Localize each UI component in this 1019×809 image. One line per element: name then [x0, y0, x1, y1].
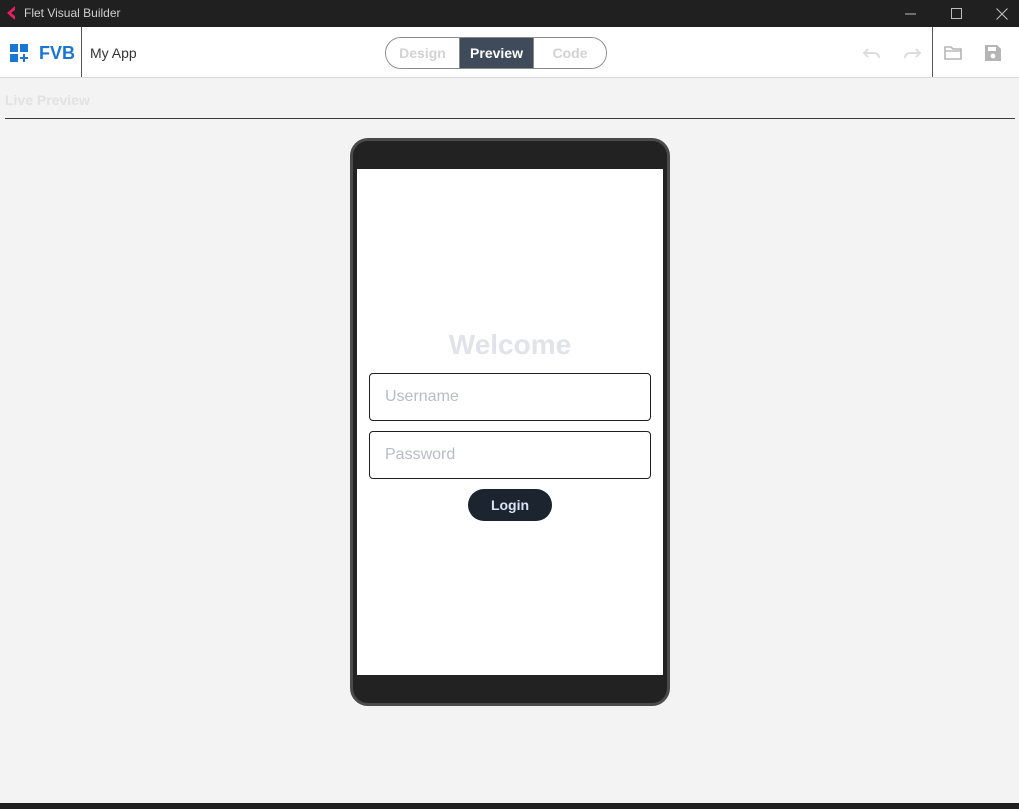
mode-preview-button[interactable]: Preview: [460, 38, 534, 68]
window-titlebar: Flet Visual Builder: [0, 0, 1019, 27]
mode-switcher: Design Preview Code: [385, 37, 607, 69]
close-button[interactable]: [979, 0, 1019, 27]
flet-app-icon: [7, 6, 15, 20]
divider: [932, 27, 933, 77]
open-folder-button[interactable]: [942, 43, 964, 63]
close-icon: [996, 7, 1008, 20]
app-toolbar: FVB My App Design Preview Code: [0, 27, 1019, 78]
maximize-button[interactable]: [933, 0, 979, 27]
dashboard-customize-icon: [10, 44, 28, 62]
project-name: My App: [90, 45, 137, 61]
username-field[interactable]: [369, 373, 651, 421]
redo-icon: [904, 48, 921, 59]
welcome-heading: Welcome: [448, 329, 572, 360]
undo-icon: [863, 48, 880, 59]
section-title: Live Preview: [5, 92, 90, 108]
maximize-icon: [950, 8, 962, 19]
login-button[interactable]: Login: [468, 489, 552, 521]
taskbar-edge: [0, 803, 1019, 809]
save-button[interactable]: [982, 43, 1004, 63]
window-title: Flet Visual Builder: [24, 6, 121, 20]
section-divider: [5, 118, 1015, 119]
undo-button[interactable]: [861, 43, 883, 63]
redo-button[interactable]: [901, 43, 923, 63]
password-field[interactable]: [369, 431, 651, 479]
minimize-button[interactable]: [887, 0, 933, 27]
save-icon: [985, 45, 1001, 61]
mode-design-button[interactable]: Design: [386, 38, 460, 68]
mode-code-button[interactable]: Code: [534, 38, 606, 68]
phone-screen: Welcome Login: [357, 169, 663, 675]
phone-frame: Welcome Login: [350, 138, 670, 706]
divider: [81, 27, 82, 77]
app-logo-text: FVB: [39, 43, 75, 63]
folder-icon: [944, 46, 962, 60]
minimize-icon: [904, 13, 916, 14]
